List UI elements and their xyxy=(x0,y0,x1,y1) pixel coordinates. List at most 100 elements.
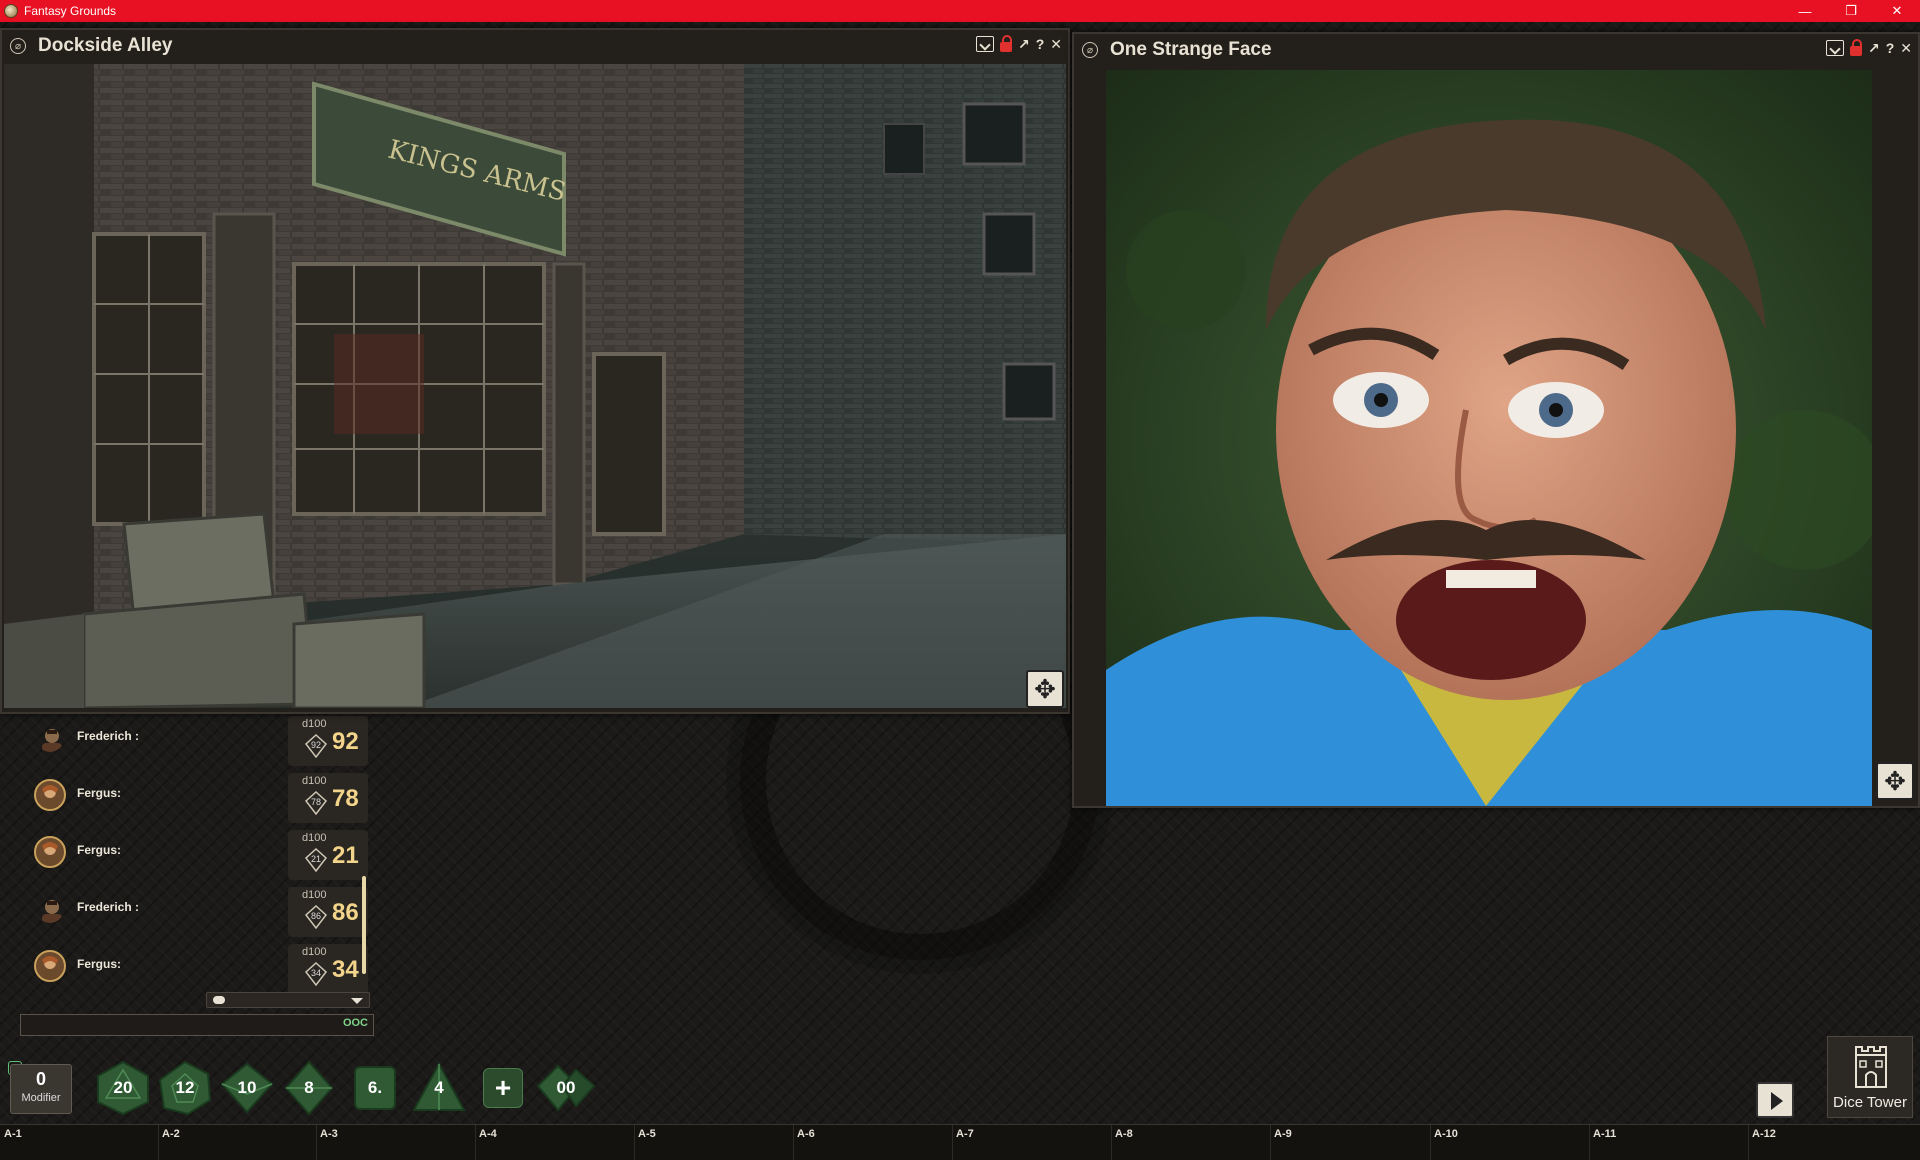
hotkey-slot[interactable]: A-2 xyxy=(162,1128,180,1140)
hotkey-slot[interactable]: A-9 xyxy=(1274,1128,1292,1140)
close-icon[interactable]: ✕ xyxy=(1900,40,1912,56)
minimize-button[interactable]: — xyxy=(1782,0,1828,22)
expand-icon[interactable]: ↗ xyxy=(1018,36,1030,52)
hotkey-slot[interactable]: A-3 xyxy=(320,1128,338,1140)
window-header[interactable]: ⌀ One Strange Face ↗ ? ✕ xyxy=(1074,34,1918,66)
chat-entry: Frederich : d100 92 92 xyxy=(20,712,370,769)
die-label: 00 xyxy=(556,1078,576,1097)
help-icon[interactable]: ? xyxy=(1886,40,1895,56)
chat-scrollbar[interactable] xyxy=(362,876,366,974)
restore-button[interactable]: ❐ xyxy=(1828,0,1874,22)
d10-icon: 78 xyxy=(304,790,328,816)
share-icon[interactable] xyxy=(975,36,994,52)
dice-result: 92 xyxy=(332,728,359,755)
d10-icon: 86 xyxy=(304,904,328,930)
chat-entry: Frederich : d100 86 86 xyxy=(20,883,370,940)
die-label: 20 xyxy=(113,1078,133,1097)
hotkey-slot[interactable]: A-4 xyxy=(479,1128,497,1140)
chat-input[interactable] xyxy=(20,1014,374,1036)
window-buttons: ↗ ? ✕ xyxy=(975,35,1062,52)
image-window-dockside-alley[interactable]: ⌀ Dockside Alley ↗ ? ✕ KINGS ARMS ✥ xyxy=(0,28,1070,714)
hotkey-slot[interactable]: A-12 xyxy=(1752,1128,1776,1140)
d12-button[interactable]: 12 xyxy=(158,1060,212,1116)
app-icon xyxy=(4,4,18,18)
ooc-label[interactable]: OOC xyxy=(343,1017,368,1029)
close-button[interactable]: ✕ xyxy=(1874,0,1920,22)
move-handle-icon[interactable]: ✥ xyxy=(1876,762,1914,800)
d100-button[interactable]: 00 xyxy=(536,1060,596,1116)
move-handle-icon[interactable]: ✥ xyxy=(1026,670,1064,708)
hotkey-slot[interactable]: A-10 xyxy=(1434,1128,1458,1140)
window-title: Dockside Alley xyxy=(38,35,173,56)
hotkey-slot[interactable]: A-5 xyxy=(638,1128,656,1140)
window-buttons: ↗ ? ✕ xyxy=(1825,39,1912,56)
hotkey-slot[interactable]: A-8 xyxy=(1115,1128,1133,1140)
avatar-fergus xyxy=(34,950,66,982)
dice-result: 34 xyxy=(332,956,359,983)
dice-result: 86 xyxy=(332,899,359,926)
window-title: One Strange Face xyxy=(1110,39,1272,60)
die-label: 12 xyxy=(175,1078,195,1097)
avatar-frederich xyxy=(34,893,66,925)
die-label: 10 xyxy=(237,1078,257,1097)
die-label: 8 xyxy=(304,1078,314,1097)
dice-tower[interactable]: Dice Tower xyxy=(1827,1036,1913,1118)
chat-entry: Fergus: d100 34 34 xyxy=(20,940,370,997)
chevron-down-icon xyxy=(351,998,363,1004)
image-window-one-strange-face[interactable]: ⌀ One Strange Face ↗ ? ✕ ✥ xyxy=(1072,32,1920,808)
die-label: 4 xyxy=(434,1078,444,1097)
modifier-label: Modifier xyxy=(21,1092,61,1104)
speech-bubble-icon xyxy=(213,996,225,1004)
hotkey-slot[interactable]: A-1 xyxy=(4,1128,22,1140)
d10-icon: 21 xyxy=(304,847,328,873)
hotkey-slot[interactable]: A-7 xyxy=(956,1128,974,1140)
modifier-value: 0 xyxy=(35,1069,46,1089)
dice-type: d100 xyxy=(302,718,327,730)
chat-sender: Frederich : xyxy=(77,729,140,743)
link-icon[interactable]: ⌀ xyxy=(1082,42,1098,58)
hotkey-slot[interactable]: A-6 xyxy=(797,1128,815,1140)
lock-icon[interactable] xyxy=(1849,39,1862,56)
hotkey-bar: A-1 A-2 A-3 A-4 A-5 A-6 A-7 A-8 A-9 A-10… xyxy=(0,1124,1920,1160)
chat-mode-select[interactable] xyxy=(206,992,370,1008)
lock-icon[interactable] xyxy=(999,35,1012,52)
dice-roll-box[interactable]: d100 21 21 xyxy=(288,830,368,880)
expand-icon[interactable]: ↗ xyxy=(1868,40,1880,56)
modifier-box[interactable]: 0 Modifier xyxy=(10,1064,72,1114)
dice-type: d100 xyxy=(302,889,327,901)
link-icon[interactable]: ⌀ xyxy=(10,38,26,54)
os-titlebar: Fantasy Grounds — ❐ ✕ xyxy=(0,0,1920,22)
d10-button[interactable]: 10 xyxy=(220,1060,274,1116)
window-controls: — ❐ ✕ xyxy=(1782,0,1920,22)
avatar-fergus xyxy=(34,836,66,868)
d20-button[interactable]: 20 xyxy=(96,1060,150,1116)
dice-result: 21 xyxy=(332,842,359,869)
alley-image[interactable]: KINGS ARMS xyxy=(4,64,1066,708)
avatar-fergus xyxy=(34,779,66,811)
d6-button[interactable]: 6. xyxy=(352,1060,398,1116)
avatar-frederich xyxy=(34,722,66,754)
dice-roll-box[interactable]: d100 78 78 xyxy=(288,773,368,823)
dice-roll-box[interactable]: d100 86 86 xyxy=(288,887,368,937)
die-label: 6. xyxy=(367,1078,383,1097)
chat-sender: Fergus: xyxy=(77,843,122,857)
help-icon[interactable]: ? xyxy=(1036,36,1045,52)
app-title: Fantasy Grounds xyxy=(24,4,117,18)
chat-entry: Fergus: d100 21 21 xyxy=(20,826,370,883)
portrait-image[interactable] xyxy=(1106,70,1872,806)
play-next-button[interactable] xyxy=(1756,1082,1794,1118)
dice-type: d100 xyxy=(302,775,327,787)
window-header[interactable]: ⌀ Dockside Alley ↗ ? ✕ xyxy=(2,30,1068,62)
dice-tower-label: Dice Tower xyxy=(1833,1094,1907,1111)
dice-roll-box[interactable]: d100 92 92 xyxy=(288,716,368,766)
add-dice-button[interactable]: + xyxy=(483,1068,523,1108)
d4-button[interactable]: 4 xyxy=(412,1060,466,1116)
chat-sender: Fergus: xyxy=(77,786,122,800)
share-icon[interactable] xyxy=(1825,40,1844,56)
hotkey-slot[interactable]: A-11 xyxy=(1593,1128,1616,1140)
dice-type: d100 xyxy=(302,946,327,958)
chat-sender: Frederich : xyxy=(77,900,140,914)
d8-button[interactable]: 8 xyxy=(284,1060,334,1116)
dice-roll-box[interactable]: d100 34 34 xyxy=(288,944,368,994)
close-icon[interactable]: ✕ xyxy=(1050,36,1062,52)
